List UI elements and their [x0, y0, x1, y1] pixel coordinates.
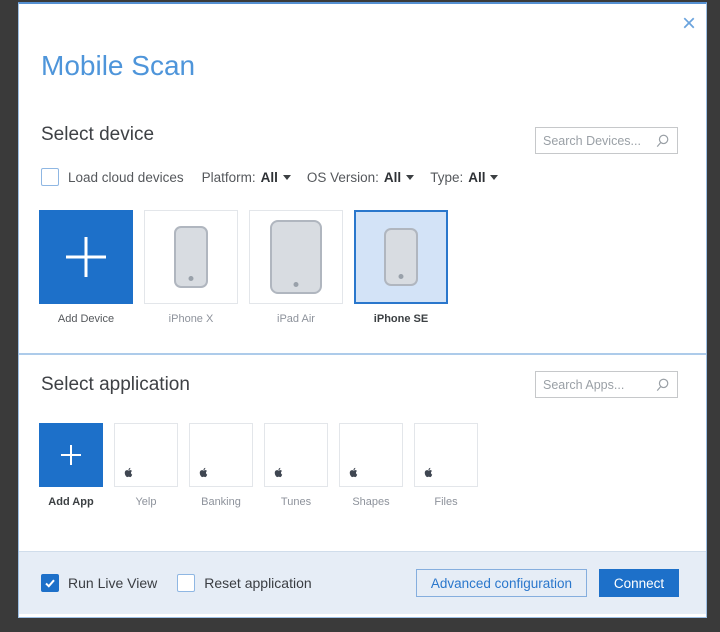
app-tile-label: Files [434, 496, 457, 508]
page-title: Mobile Scan [41, 50, 195, 82]
device-tile-add-device: Add Device [39, 210, 133, 325]
app-search-input[interactable] [543, 378, 654, 392]
banking-tile[interactable] [189, 423, 253, 487]
checkmark-icon [44, 577, 56, 589]
device-tile-label: iPhone SE [374, 313, 428, 325]
apple-icon [348, 466, 359, 479]
run-live-view-label: Run Live View [68, 575, 157, 591]
phone-icon [174, 226, 208, 288]
app-tile-label: Yelp [135, 496, 156, 508]
run-live-view-checkbox[interactable] [41, 574, 59, 592]
iphone-x-tile[interactable] [144, 210, 238, 304]
platform-filter-label: Platform: [202, 170, 256, 185]
os-version-filter-dropdown[interactable]: OS Version: All [307, 170, 414, 185]
chevron-down-icon [406, 175, 414, 180]
reset-application-checkbox[interactable] [177, 574, 195, 592]
iphone-se-tile[interactable] [354, 210, 448, 304]
app-tile-tunes: Tunes [264, 423, 328, 508]
platform-filter-dropdown[interactable]: Platform: All [202, 170, 291, 185]
device-filter-row: Load cloud devices Platform: All OS Vers… [41, 168, 514, 186]
tunes-tile[interactable] [264, 423, 328, 487]
phone-icon [384, 228, 418, 286]
app-tile-label: Tunes [281, 496, 311, 508]
device-search-input[interactable] [543, 134, 654, 148]
add-app-tile[interactable] [39, 423, 103, 487]
os-version-filter-value: All [384, 170, 401, 185]
app-search-box [535, 371, 678, 398]
connect-button[interactable]: Connect [599, 569, 679, 597]
device-tile-label: iPhone X [169, 313, 214, 325]
chevron-down-icon [283, 175, 291, 180]
type-filter-value: All [468, 170, 485, 185]
search-icon [654, 377, 670, 393]
plus-icon [66, 237, 106, 277]
mobile-scan-dialog: × Mobile Scan Select device Load cloud d… [18, 2, 707, 618]
section-divider [19, 353, 706, 355]
type-filter-dropdown[interactable]: Type: All [430, 170, 498, 185]
app-tile-shapes: Shapes [339, 423, 403, 508]
app-tile-row: Add App Yelp Banking Tunes Shapes [39, 423, 489, 508]
device-tile-ipad-air: iPad Air [249, 210, 343, 325]
search-icon [654, 133, 670, 149]
close-icon: × [682, 10, 696, 37]
app-tile-label: Banking [201, 496, 241, 508]
chevron-down-icon [490, 175, 498, 180]
app-tile-label: Add App [48, 496, 93, 508]
type-filter-label: Type: [430, 170, 463, 185]
ipad-air-tile[interactable] [249, 210, 343, 304]
app-tile-yelp: Yelp [114, 423, 178, 508]
select-device-heading: Select device [41, 124, 154, 146]
reset-application-label: Reset application [204, 575, 311, 591]
add-device-tile[interactable] [39, 210, 133, 304]
device-tile-row: Add Device iPhone X iPad Air iPhone SE [39, 210, 459, 325]
platform-filter-value: All [261, 170, 278, 185]
app-tile-add-app: Add App [39, 423, 103, 508]
footer-bar: Run Live View Reset application Advanced… [19, 551, 706, 614]
device-tile-label: Add Device [58, 313, 114, 325]
apple-icon [123, 466, 134, 479]
load-cloud-devices-checkbox[interactable] [41, 168, 59, 186]
select-application-heading: Select application [41, 374, 190, 396]
files-tile[interactable] [414, 423, 478, 487]
close-button[interactable]: × [682, 12, 696, 36]
app-tile-banking: Banking [189, 423, 253, 508]
tablet-icon [270, 220, 322, 294]
apple-icon [198, 466, 209, 479]
advanced-configuration-button[interactable]: Advanced configuration [416, 569, 587, 597]
device-tile-iphone-x: iPhone X [144, 210, 238, 325]
load-cloud-devices-label: Load cloud devices [68, 170, 184, 185]
device-search-box [535, 127, 678, 154]
device-tile-iphone-se: iPhone SE [354, 210, 448, 325]
shapes-tile[interactable] [339, 423, 403, 487]
device-tile-label: iPad Air [277, 313, 315, 325]
app-tile-files: Files [414, 423, 478, 508]
app-tile-label: Shapes [352, 496, 389, 508]
os-version-filter-label: OS Version: [307, 170, 379, 185]
apple-icon [273, 466, 284, 479]
apple-icon [423, 466, 434, 479]
plus-icon [61, 445, 81, 465]
yelp-tile[interactable] [114, 423, 178, 487]
